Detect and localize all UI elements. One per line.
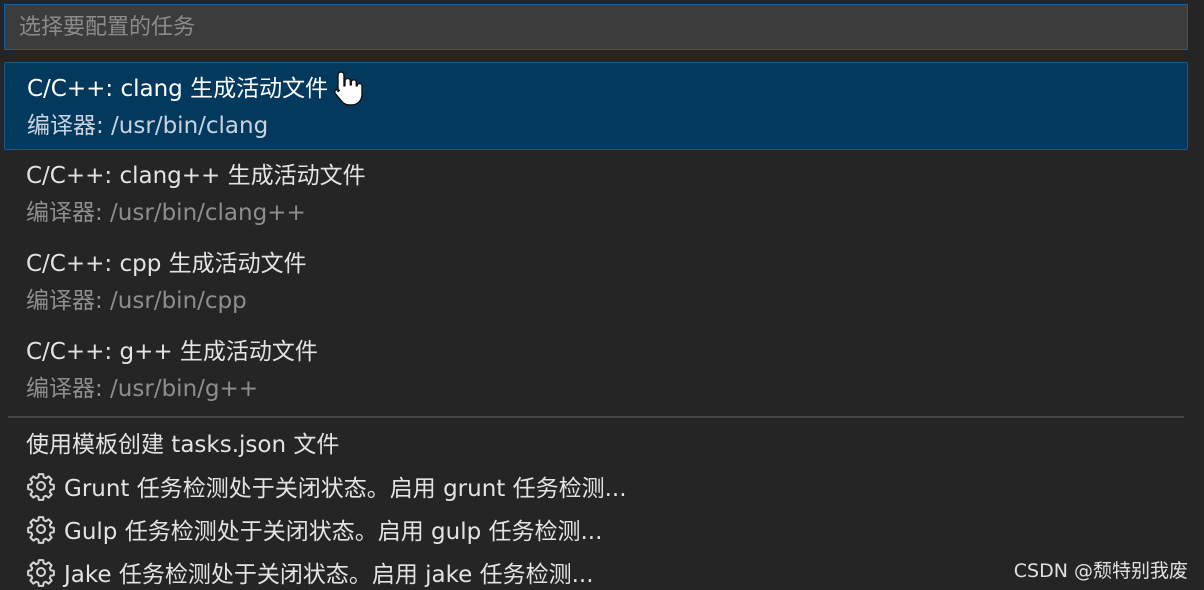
- task-item-description: 编译器: /usr/bin/cpp: [26, 288, 247, 314]
- gear-icon: [27, 473, 55, 501]
- task-item-description: 编译器: /usr/bin/clang++: [26, 200, 306, 226]
- quick-pick-panel: C/C++: clang 生成活动文件 编译器: /usr/bin/clang …: [0, 0, 1204, 590]
- detection-item-gulp[interactable]: Gulp 任务检测处于关闭状态。启用 gulp 任务检测...: [26, 509, 1126, 549]
- task-list: C/C++: clang 生成活动文件 编译器: /usr/bin/clang …: [4, 62, 1188, 414]
- task-item-clangpp[interactable]: C/C++: clang++ 生成活动文件 编译器: /usr/bin/clan…: [4, 150, 1188, 238]
- task-item-clang[interactable]: C/C++: clang 生成活动文件 编译器: /usr/bin/clang: [4, 62, 1188, 150]
- task-item-label: C/C++: clang++ 生成活动文件: [26, 163, 366, 189]
- detection-item-jake[interactable]: Jake 任务检测处于关闭状态。启用 jake 任务检测...: [26, 552, 1126, 590]
- watermark: CSDN @颓特别我废: [1013, 560, 1188, 582]
- list-separator: [8, 416, 1184, 418]
- gear-icon: [27, 559, 55, 587]
- search-input[interactable]: [4, 4, 1188, 50]
- task-item-label: C/C++: cpp 生成活动文件: [26, 251, 307, 277]
- detection-item-text: Jake 任务检测处于关闭状态。启用 jake 任务检测...: [64, 562, 594, 588]
- detection-item-text: Gulp 任务检测处于关闭状态。启用 gulp 任务检测...: [64, 519, 603, 545]
- template-task-option[interactable]: 使用模板创建 tasks.json 文件: [26, 422, 1126, 462]
- detection-item-grunt[interactable]: Grunt 任务检测处于关闭状态。启用 grunt 任务检测...: [26, 466, 1126, 506]
- search-box: [4, 4, 1188, 50]
- hand-cursor-icon: [334, 71, 363, 106]
- task-item-description: 编译器: /usr/bin/g++: [26, 376, 259, 402]
- task-item-label: C/C++: clang 生成活动文件: [27, 76, 329, 102]
- task-item-label: C/C++: g++ 生成活动文件: [26, 339, 318, 365]
- task-item-cpp[interactable]: C/C++: cpp 生成活动文件 编译器: /usr/bin/cpp: [4, 238, 1188, 326]
- template-task-label: 使用模板创建 tasks.json 文件: [26, 432, 340, 458]
- task-item-description: 编译器: /usr/bin/clang: [27, 113, 269, 139]
- task-item-gpp[interactable]: C/C++: g++ 生成活动文件 编译器: /usr/bin/g++: [4, 326, 1188, 414]
- gear-icon: [27, 516, 55, 544]
- detection-item-text: Grunt 任务检测处于关闭状态。启用 grunt 任务检测...: [64, 476, 627, 502]
